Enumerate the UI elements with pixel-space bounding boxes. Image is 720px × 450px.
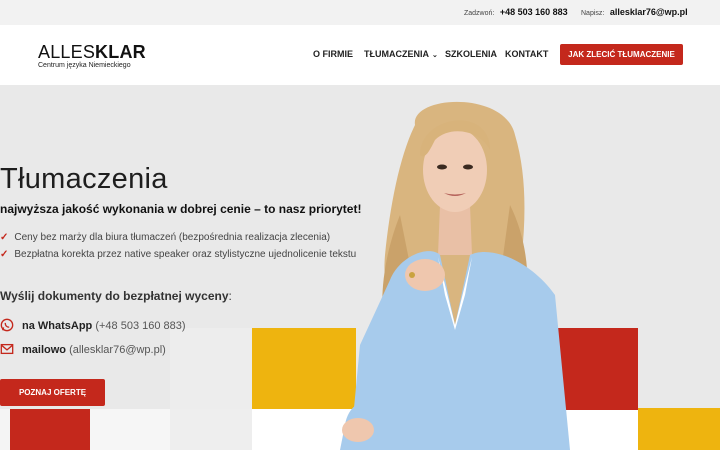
- site-header: ALLESKLAR Centrum języka Niemieckiego O …: [0, 25, 720, 85]
- logo-word-alles: ALLES: [38, 42, 96, 62]
- site-logo[interactable]: ALLESKLAR Centrum języka Niemieckiego: [38, 43, 146, 69]
- send-documents-text: Wyślij dokumenty do bezpłatnej wyceny: [0, 289, 229, 303]
- hero-title: Tłumaczenia: [0, 163, 168, 195]
- logo-subtitle: Centrum języka Niemieckiego: [38, 62, 131, 69]
- nav-tlumaczenia-label: TŁUMACZENIA: [364, 49, 429, 59]
- chevron-down-icon: ⌄: [432, 52, 438, 59]
- send-documents-heading: Wyślij dokumenty do bezpłatnej wyceny:: [0, 289, 232, 303]
- mail-label: mailowo: [22, 344, 67, 356]
- decor-block-red-2: [10, 409, 90, 450]
- whatsapp-contact[interactable]: na WhatsApp (+48 503 160 883): [0, 318, 186, 332]
- how-to-order-button[interactable]: JAK ZLECIĆ TŁUMACZENIE: [560, 44, 683, 65]
- hero-subtitle: najwyższa jakość wykonania w dobrej ceni…: [0, 202, 362, 216]
- benefit-text: Bezpłatna korekta przez native speaker o…: [14, 249, 357, 260]
- phone-contact[interactable]: Zadzwoń: +48 503 160 883: [464, 7, 568, 17]
- whatsapp-label: na WhatsApp: [22, 320, 93, 332]
- logo-word-klar: KLAR: [95, 42, 146, 62]
- benefit-text: Ceny bez marży dla biura tłumaczeń (bezp…: [14, 232, 331, 243]
- email-address[interactable]: allesklar76@wp.pl: [610, 7, 688, 17]
- mail-contact[interactable]: mailowo (allesklar76@wp.pl): [0, 342, 166, 356]
- whatsapp-icon: [0, 318, 14, 332]
- mail-icon: [0, 343, 14, 355]
- consultant-portrait: [340, 101, 570, 450]
- nav-kontakt[interactable]: KONTAKT: [505, 49, 548, 59]
- nav-o-firmie[interactable]: O FIRMIE: [313, 49, 353, 59]
- check-icon: ✓: [0, 232, 9, 243]
- email-label: Napisz:: [581, 10, 605, 17]
- logo-wordmark: ALLESKLAR: [38, 43, 146, 61]
- decor-block-light: [170, 328, 252, 409]
- phone-number[interactable]: +48 503 160 883: [500, 7, 568, 17]
- nav-szkolenia[interactable]: SZKOLENIA: [445, 49, 497, 59]
- decor-block-white-3: [252, 409, 352, 450]
- phone-label: Zadzwoń:: [464, 10, 495, 17]
- decor-block-yellow-2: [638, 408, 720, 450]
- send-documents-colon: :: [228, 289, 232, 303]
- mail-address[interactable]: (allesklar76@wp.pl): [69, 344, 166, 356]
- top-contact-bar: Zadzwoń: +48 503 160 883 Napisz: alleskl…: [0, 0, 720, 25]
- whatsapp-number[interactable]: (+48 503 160 883): [95, 320, 185, 332]
- decor-block-white: [0, 409, 10, 450]
- benefit-item: ✓ Ceny bez marży dla biura tłumaczeń (bez…: [0, 232, 330, 243]
- decor-block-grey: [170, 409, 252, 450]
- see-offer-button[interactable]: POZNAJ OFERTĘ: [0, 379, 105, 406]
- email-contact[interactable]: Napisz: allesklar76@wp.pl: [581, 7, 688, 17]
- check-icon: ✓: [0, 249, 9, 260]
- benefit-item: ✓ Bezpłatna korekta przez native speaker …: [0, 249, 356, 260]
- decor-block-white-2: [90, 409, 170, 450]
- nav-tlumaczenia[interactable]: TŁUMACZENIA ⌄: [364, 49, 438, 59]
